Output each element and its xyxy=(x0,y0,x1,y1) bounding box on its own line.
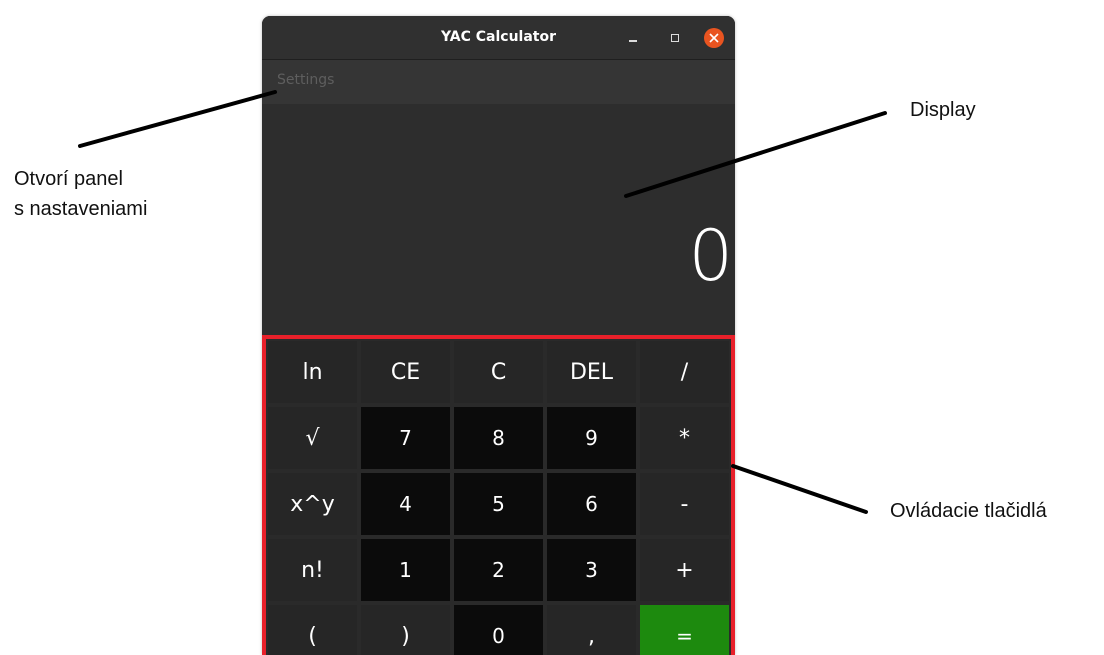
settings-annotation: Otvorí panel s nastaveniami xyxy=(14,164,214,224)
settings-annotation-line1: Otvorí panel xyxy=(14,168,123,190)
menu-bar: Settings xyxy=(262,60,735,104)
digit-8-key[interactable]: 8 xyxy=(454,407,543,469)
minimize-button[interactable] xyxy=(624,29,642,47)
minimize-icon xyxy=(629,40,637,42)
sqrt-key[interactable]: √ xyxy=(268,407,357,469)
maximize-button[interactable] xyxy=(666,29,684,47)
factorial-key[interactable]: n! xyxy=(268,539,357,601)
settings-pointer-line xyxy=(78,90,277,148)
settings-menu[interactable]: Settings xyxy=(277,72,334,88)
buttons-annotation: Ovládacie tlačidlá xyxy=(890,500,1047,522)
close-icon xyxy=(709,33,719,43)
digit-1-key[interactable]: 1 xyxy=(361,539,450,601)
add-key[interactable]: + xyxy=(640,539,729,601)
digit-4-key[interactable]: 4 xyxy=(361,473,450,535)
display-value: 0 xyxy=(688,215,733,297)
subtract-key[interactable]: - xyxy=(640,473,729,535)
digit-9-key[interactable]: 9 xyxy=(547,407,636,469)
open-paren-key[interactable]: ( xyxy=(268,605,357,655)
window-title: YAC Calculator xyxy=(440,29,557,45)
display-panel: 0 xyxy=(262,104,735,336)
clear-key[interactable]: C xyxy=(454,341,543,403)
keypad-grid: ln CE C DEL / √ 7 8 9 * x^y 4 5 6- n! 1 2 3 + () 0, = xyxy=(268,341,729,655)
decimal-comma-key[interactable]: , xyxy=(547,605,636,655)
multiply-key[interactable]: * xyxy=(640,407,729,469)
divide-key[interactable]: / xyxy=(640,341,729,403)
ln-key[interactable]: ln xyxy=(268,341,357,403)
digit-7-key[interactable]: 7 xyxy=(361,407,450,469)
digit-5-key[interactable]: 5 xyxy=(454,473,543,535)
digit-6-key[interactable]: 6 xyxy=(547,473,636,535)
keypad-panel: ln CE C DEL / √ 7 8 9 * x^y 4 5 6- n! 1 2 3 + () 0, = xyxy=(262,335,735,655)
digit-3-key[interactable]: 3 xyxy=(547,539,636,601)
equals-key[interactable]: = xyxy=(640,605,729,655)
close-button[interactable] xyxy=(704,28,724,48)
clear-entry-key[interactable]: CE xyxy=(361,341,450,403)
digit-2-key[interactable]: 2 xyxy=(454,539,543,601)
close-paren-key[interactable]: ) xyxy=(361,605,450,655)
display-annotation: Display xyxy=(910,99,976,121)
settings-annotation-line2: s nastaveniami xyxy=(14,198,148,220)
digit-0-key[interactable]: 0 xyxy=(454,605,543,655)
screenshot-stage: YAC Calculator Settings 0 ln CE C DEL / √ 7 8 9 *… xyxy=(0,0,1104,655)
power-key[interactable]: x^y xyxy=(268,473,357,535)
maximize-icon xyxy=(671,34,679,42)
title-bar[interactable]: YAC Calculator xyxy=(262,16,735,60)
buttons-pointer-line xyxy=(731,464,868,514)
delete-key[interactable]: DEL xyxy=(547,341,636,403)
